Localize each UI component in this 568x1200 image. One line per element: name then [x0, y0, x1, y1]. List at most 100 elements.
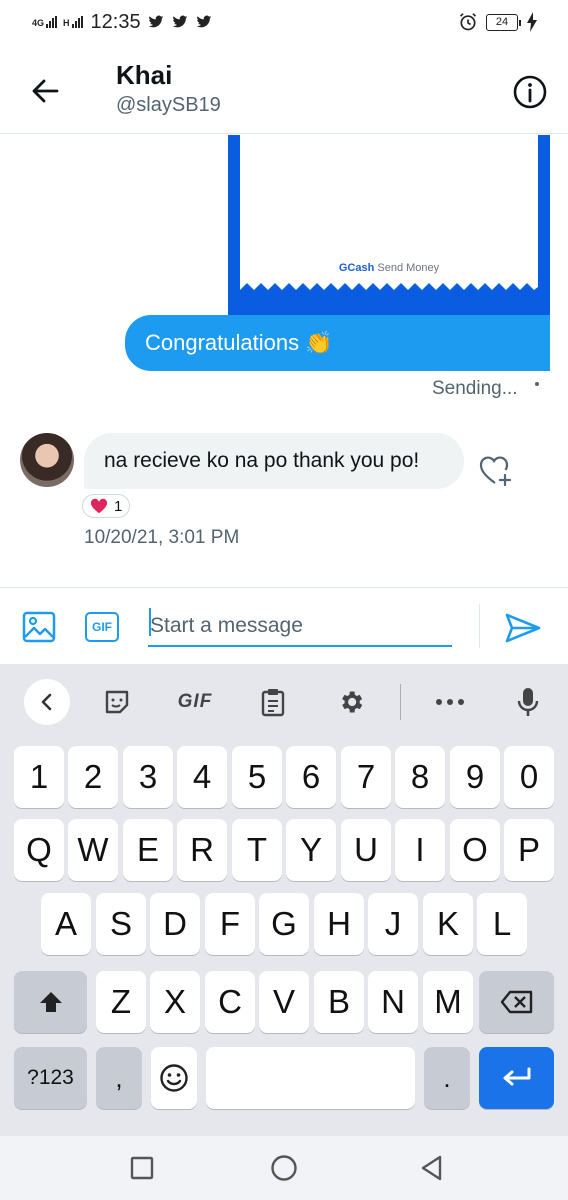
gcash-caption: GCash Send Money [240, 262, 538, 274]
key-2[interactable]: 2 [68, 746, 118, 808]
key-a[interactable]: A [41, 893, 91, 955]
key-6[interactable]: 6 [286, 746, 336, 808]
key-8[interactable]: 8 [395, 746, 445, 808]
sticker-icon [105, 690, 129, 714]
message-composer: GIF [0, 587, 568, 664]
avatar[interactable] [20, 433, 74, 487]
system-navigation-bar [0, 1136, 568, 1200]
symbols-key[interactable]: ?123 [14, 1047, 87, 1109]
reaction-badge[interactable]: 1 [82, 494, 130, 518]
toolbar-back-button[interactable] [24, 679, 70, 725]
key-z[interactable]: Z [96, 971, 146, 1033]
key-5[interactable]: 5 [232, 746, 282, 808]
key-0[interactable]: 0 [504, 746, 554, 808]
network-label-4g: 4G [32, 18, 45, 28]
gcash-brand: GCash [338, 262, 375, 274]
return-arrow-icon [503, 1067, 530, 1086]
key-v[interactable]: V [259, 971, 309, 1033]
key-t[interactable]: T [232, 819, 282, 881]
status-dot-icon [535, 382, 539, 386]
received-message-bubble[interactable]: na recieve ko na po thank you po! [84, 433, 464, 489]
send-icon[interactable] [504, 612, 542, 644]
key-y[interactable]: Y [286, 819, 336, 881]
key-e[interactable]: E [123, 819, 173, 881]
key-i[interactable]: I [395, 819, 445, 881]
shift-key[interactable] [14, 971, 87, 1033]
info-icon[interactable] [512, 74, 548, 110]
add-reaction-icon[interactable] [478, 453, 514, 489]
back-nav-icon[interactable] [418, 1154, 446, 1182]
key-h[interactable]: H [314, 893, 364, 955]
key-j[interactable]: J [368, 893, 418, 955]
keyboard-gif-button[interactable]: GIF [170, 686, 220, 718]
voice-input-button[interactable] [512, 686, 544, 718]
key-d[interactable]: D [150, 893, 200, 955]
backspace-icon [500, 990, 532, 1014]
image-icon[interactable] [22, 610, 56, 644]
key-n[interactable]: N [368, 971, 418, 1033]
soft-keyboard: GIF 1 2 3 4 5 6 7 8 9 0 Q W E R T Y U I … [0, 664, 568, 1136]
network-indicator-h: H [63, 16, 83, 28]
enter-key[interactable] [479, 1047, 554, 1109]
receipt-zigzag-edge [240, 283, 538, 297]
settings-button[interactable] [335, 686, 367, 718]
contact-handle[interactable]: @slaySB19 [116, 94, 221, 117]
recent-apps-icon[interactable] [128, 1154, 156, 1182]
sticker-button[interactable] [101, 686, 133, 718]
received-message-text: na recieve ko na po thank you po! [104, 449, 420, 472]
period-key[interactable]: . [424, 1047, 470, 1109]
network-indicator-4g: 4G [32, 16, 58, 28]
backspace-key[interactable] [479, 971, 554, 1033]
text-caret [149, 608, 151, 636]
more-dots-icon [436, 699, 464, 705]
key-m[interactable]: M [423, 971, 473, 1033]
key-g[interactable]: G [259, 893, 309, 955]
key-7[interactable]: 7 [341, 746, 391, 808]
sent-message-bubble[interactable]: Congratulations 👏 [125, 315, 550, 371]
message-input[interactable] [148, 602, 452, 647]
key-9[interactable]: 9 [450, 746, 500, 808]
sent-message-text: Congratulations [145, 330, 300, 355]
key-c[interactable]: C [205, 971, 255, 1033]
emoji-key[interactable] [151, 1047, 197, 1109]
key-r[interactable]: R [177, 819, 227, 881]
microphone-icon [517, 688, 539, 716]
message-list[interactable]: GCash Send Money Congratulations 👏 Sendi… [0, 135, 568, 587]
back-arrow-icon[interactable] [30, 76, 60, 106]
contact-name[interactable]: Khai [116, 60, 172, 91]
gif-button[interactable]: GIF [85, 612, 119, 642]
message-status: Sending... [432, 378, 518, 399]
gcash-receipt-image[interactable]: GCash Send Money [228, 135, 550, 315]
key-l[interactable]: L [477, 893, 527, 955]
key-x[interactable]: X [150, 971, 200, 1033]
key-w[interactable]: W [68, 819, 118, 881]
message-timestamp: 10/20/21, 3:01 PM [84, 527, 240, 548]
key-b[interactable]: B [314, 971, 364, 1033]
gear-icon [342, 691, 363, 713]
key-4[interactable]: 4 [177, 746, 227, 808]
clapping-hands-emoji: 👏 [305, 330, 333, 355]
comma-key[interactable]: , [96, 1047, 142, 1109]
key-p[interactable]: P [504, 819, 554, 881]
conversation-header: Khai @slaySB19 [0, 44, 568, 134]
more-options-button[interactable] [434, 686, 466, 718]
space-key[interactable] [206, 1047, 415, 1109]
status-right: 24 [458, 12, 538, 32]
twitter-bird-icon [148, 15, 163, 28]
twitter-bird-icon [172, 15, 187, 28]
key-3[interactable]: 3 [123, 746, 173, 808]
key-u[interactable]: U [341, 819, 391, 881]
key-o[interactable]: O [450, 819, 500, 881]
network-label-h: H [63, 18, 70, 28]
status-time: 12:35 [90, 10, 141, 33]
clipboard-button[interactable] [257, 686, 289, 718]
keyboard-toolbar: GIF [0, 664, 568, 738]
key-k[interactable]: K [423, 893, 473, 955]
key-s[interactable]: S [96, 893, 146, 955]
key-q[interactable]: Q [14, 819, 64, 881]
gcash-caption-text: Send Money [377, 262, 440, 274]
composer-divider [479, 604, 480, 648]
key-1[interactable]: 1 [14, 746, 64, 808]
key-f[interactable]: F [205, 893, 255, 955]
home-icon[interactable] [270, 1154, 298, 1182]
